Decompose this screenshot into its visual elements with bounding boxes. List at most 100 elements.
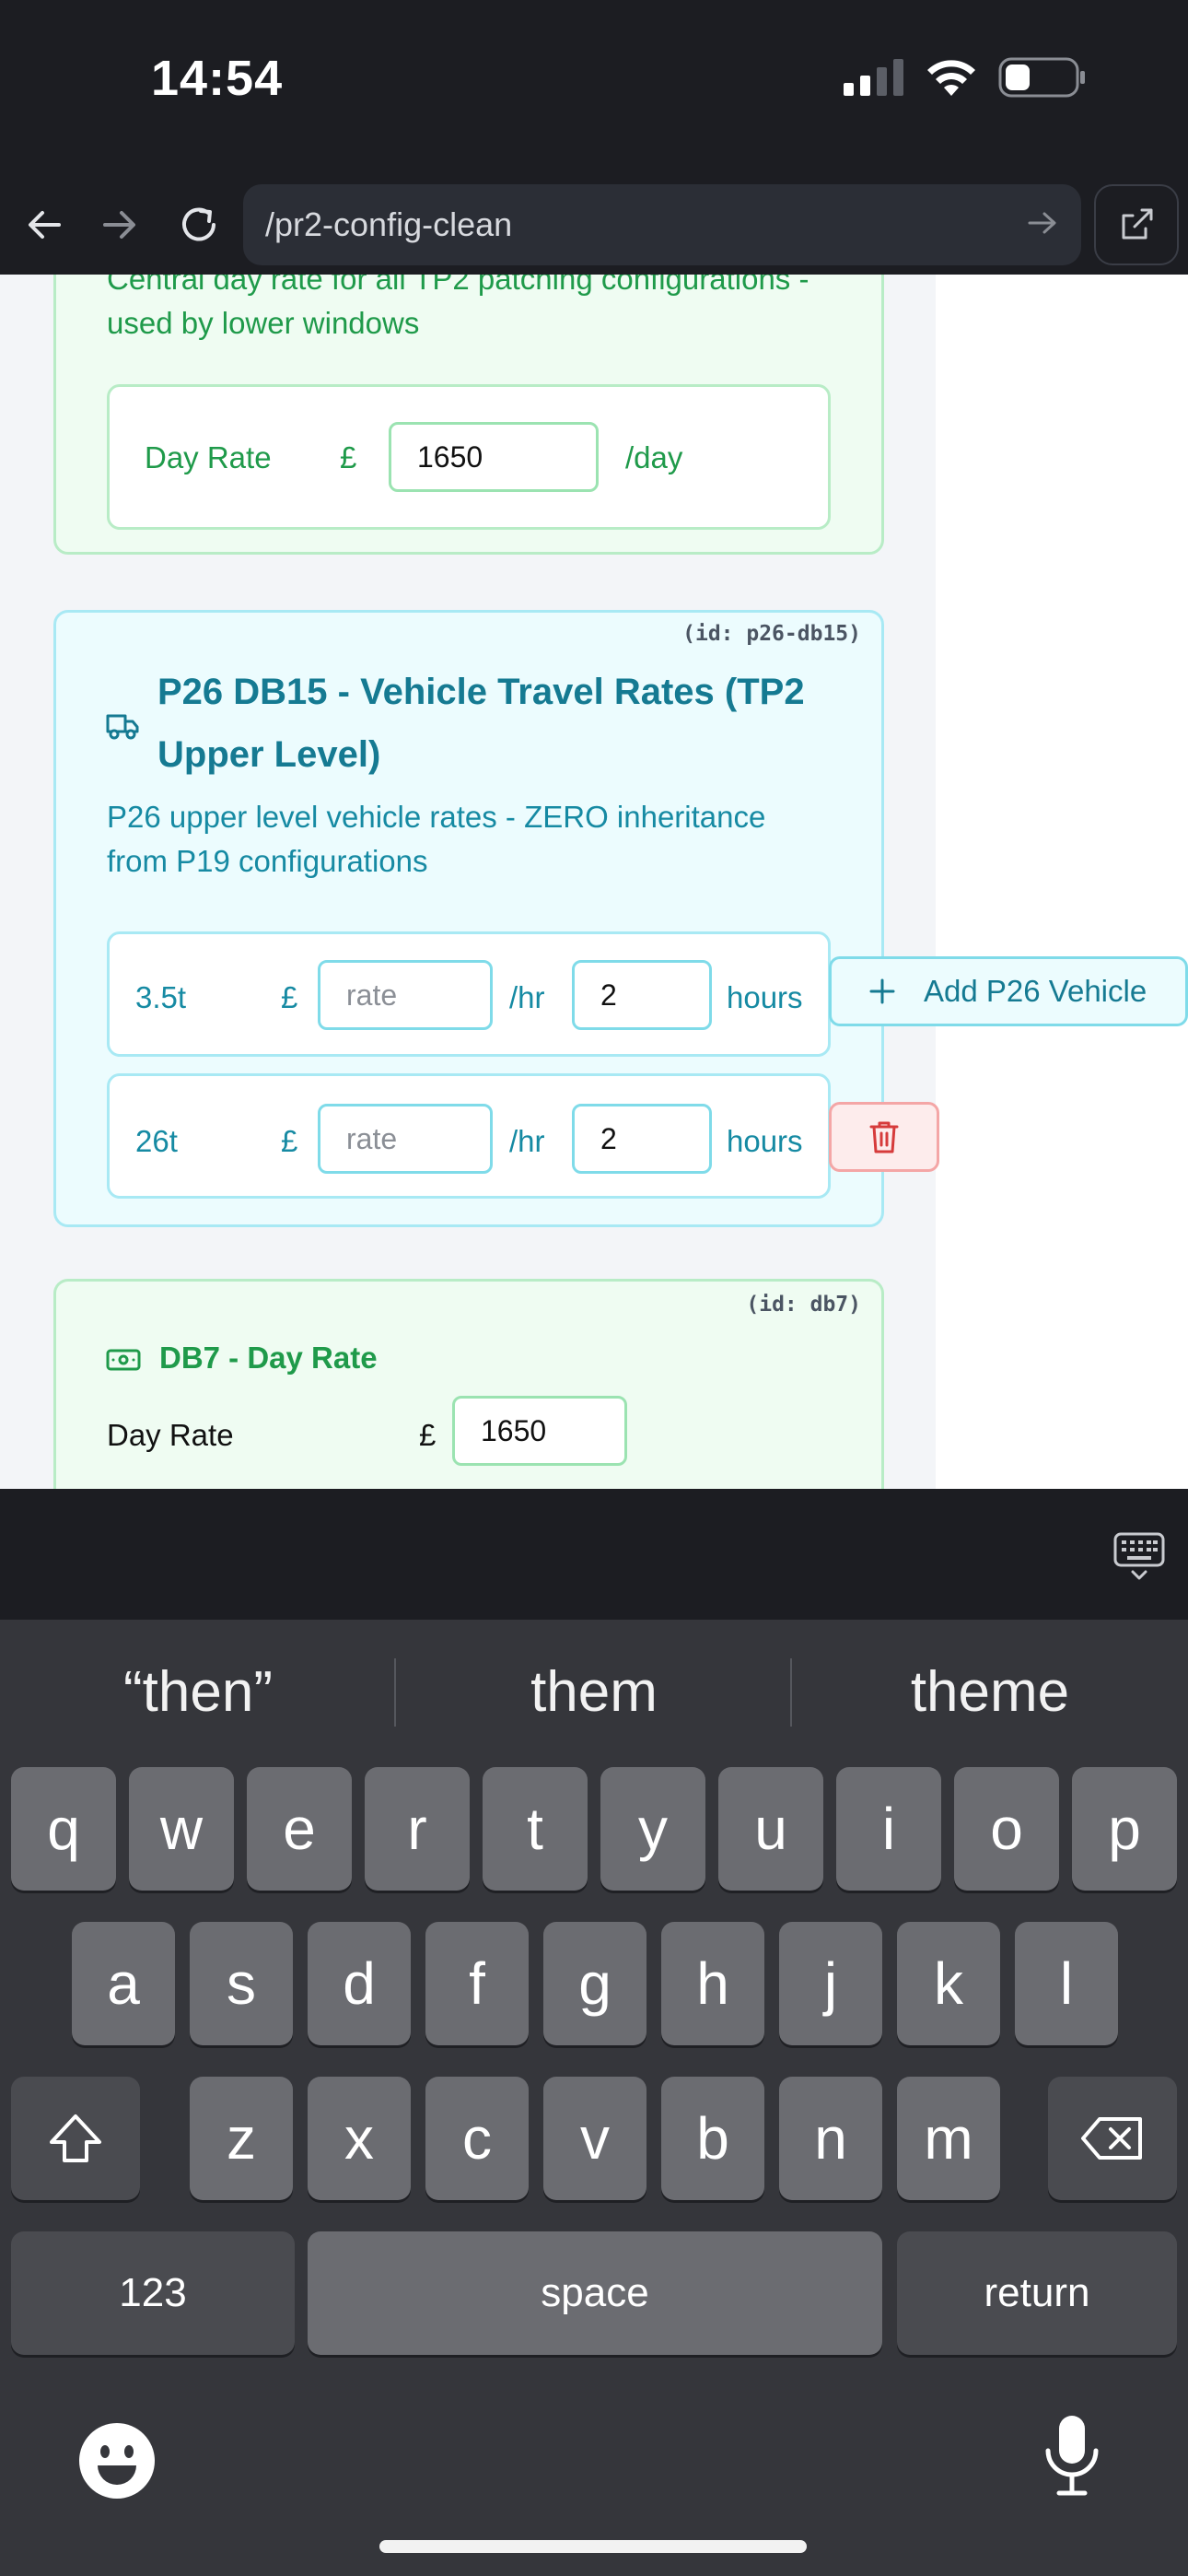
key-p[interactable]: p [1072, 1767, 1177, 1891]
arrow-right-icon [103, 211, 135, 239]
vehicle-rate-row: 26t £ rate /hr 2 hours [107, 1073, 831, 1199]
day-rate-row: Day Rate £ 1650 /day [107, 384, 831, 530]
card-title: DB7 - Day Rate [159, 1341, 378, 1375]
key-f[interactable]: f [425, 1922, 529, 2045]
on-screen-keyboard: “then” them theme q w e r t y u i o p a … [0, 1620, 1188, 2576]
key-t[interactable]: t [483, 1767, 588, 1891]
plus-icon [869, 978, 895, 1004]
dictation-button[interactable] [1042, 2414, 1101, 2501]
key-r[interactable]: r [365, 1767, 470, 1891]
wifi-icon [927, 60, 975, 96]
description-line: P26 upper level vehicle rates - ZERO inh… [107, 800, 766, 834]
per-hour-unit: /hr [509, 1124, 545, 1158]
key-m[interactable]: m [897, 2077, 1000, 2200]
card-description: P26 upper level vehicle rates - ZERO inh… [107, 795, 862, 884]
emoji-icon [79, 2423, 155, 2499]
microphone-icon [1045, 2416, 1099, 2496]
hours-input[interactable]: 2 [572, 960, 712, 1030]
banknote-icon [106, 1349, 141, 1371]
keyboard-dismiss-icon [1113, 1532, 1165, 1580]
currency-symbol: £ [419, 1418, 437, 1452]
key-g[interactable]: g [543, 1922, 646, 2045]
hours-unit: hours [727, 1124, 803, 1158]
card-id-tag: (id: p26-db15) [682, 622, 861, 646]
reload-button[interactable] [171, 197, 227, 252]
forward-button[interactable] [92, 197, 147, 252]
vehicle-weight-label: 3.5t [135, 980, 187, 1014]
open-external-button[interactable] [1094, 184, 1179, 265]
key-i[interactable]: i [836, 1767, 941, 1891]
key-s[interactable]: s [190, 1922, 293, 2045]
shift-key[interactable] [11, 2077, 140, 2200]
reload-icon [182, 207, 215, 241]
status-icons [844, 57, 1087, 98]
day-rate-label: Day Rate [107, 1418, 234, 1452]
day-rate-input[interactable]: 1650 [452, 1396, 627, 1466]
key-l[interactable]: l [1015, 1922, 1118, 2045]
page-column: Central day rate for all TP2 patching co… [0, 275, 936, 1489]
backspace-key[interactable] [1048, 2077, 1177, 2200]
description-line: from P19 configurations [107, 844, 428, 878]
key-a[interactable]: a [72, 1922, 175, 2045]
url-bar[interactable]: /pr2-config-clean [243, 184, 1081, 265]
status-time: 14:54 [151, 51, 284, 106]
home-indicator[interactable] [379, 2540, 807, 2553]
trash-icon [869, 1121, 899, 1153]
card-title: P26 DB15 - Vehicle Travel Rates (TP2 Upp… [157, 661, 857, 786]
key-n[interactable]: n [779, 2077, 882, 2200]
page-viewport: Central day rate for all TP2 patching co… [0, 275, 1188, 1489]
per-day-unit: /day [625, 440, 683, 474]
rate-input[interactable]: rate [318, 1104, 493, 1174]
vehicle-rate-row: 3.5t £ rate /hr 2 hours [107, 931, 831, 1057]
cellular-signal-icon [844, 59, 903, 96]
key-d[interactable]: d [308, 1922, 411, 2045]
key-q[interactable]: q [11, 1767, 116, 1891]
key-z[interactable]: z [190, 2077, 293, 2200]
arrow-left-icon [29, 211, 61, 239]
currency-symbol: £ [281, 980, 298, 1014]
day-rate-card: Central day rate for all TP2 patching co… [53, 275, 884, 555]
external-link-icon [1122, 208, 1153, 240]
rate-input[interactable]: rate [318, 960, 493, 1030]
back-button[interactable] [17, 197, 72, 252]
currency-symbol: £ [281, 1124, 298, 1158]
suggestion-1[interactable]: “then” [0, 1620, 396, 1763]
title-line: P26 DB15 - Vehicle Travel Rates (TP2 [157, 672, 805, 712]
vehicle-weight-label: 26t [135, 1124, 178, 1158]
currency-symbol: £ [340, 440, 357, 474]
key-x[interactable]: x [308, 2077, 411, 2200]
return-key[interactable]: return [897, 2231, 1177, 2355]
per-hour-unit: /hr [509, 980, 545, 1014]
space-key[interactable]: space [308, 2231, 882, 2355]
key-j[interactable]: j [779, 1922, 882, 2045]
numbers-key[interactable]: 123 [11, 2231, 295, 2355]
key-o[interactable]: o [954, 1767, 1059, 1891]
key-b[interactable]: b [661, 2077, 764, 2200]
key-h[interactable]: h [661, 1922, 764, 2045]
suggestion-3[interactable]: theme [792, 1620, 1188, 1763]
card-id-tag: (id: db7) [746, 1293, 861, 1317]
add-p26-vehicle-button[interactable]: Add P26 Vehicle [829, 956, 1188, 1026]
key-c[interactable]: c [425, 2077, 529, 2200]
day-rate-input[interactable]: 1650 [389, 422, 599, 492]
title-line: Upper Level) [157, 734, 381, 775]
day-rate-label: Day Rate [145, 440, 272, 474]
add-button-label: Add P26 Vehicle [924, 974, 1147, 1008]
key-u[interactable]: u [718, 1767, 823, 1891]
keyboard-accessory-bar [0, 1489, 1188, 1620]
hours-unit: hours [727, 980, 803, 1014]
hours-input[interactable]: 2 [572, 1104, 712, 1174]
key-y[interactable]: y [600, 1767, 705, 1891]
day-rate-card-description: Central day rate for all TP2 patching co… [107, 275, 862, 345]
suggestion-2[interactable]: them [396, 1620, 792, 1763]
go-arrow-icon[interactable] [1026, 206, 1059, 240]
hide-keyboard-button[interactable] [1112, 1531, 1166, 1587]
status-bar: 14:54 [0, 0, 1188, 166]
p26-vehicle-rates-card: (id: p26-db15) P26 DB15 - Vehicle Travel… [53, 610, 884, 1227]
key-w[interactable]: w [129, 1767, 234, 1891]
delete-vehicle-button[interactable] [829, 1102, 939, 1172]
emoji-button[interactable] [77, 2421, 157, 2505]
key-v[interactable]: v [543, 2077, 646, 2200]
key-e[interactable]: e [247, 1767, 352, 1891]
key-k[interactable]: k [897, 1922, 1000, 2045]
